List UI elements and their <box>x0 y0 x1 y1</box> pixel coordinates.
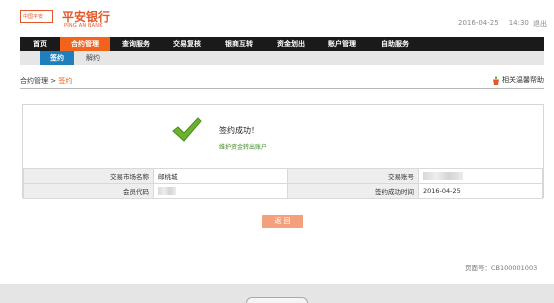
nav-item-bank-transfer[interactable]: 银商互转 <box>212 37 266 51</box>
nav-item-query-service[interactable]: 查询服务 <box>110 37 162 51</box>
logo-badge-label: 中国平安 <box>23 14 44 20</box>
table-row: 交易市场名称 邮桃城 交易账号 <box>23 168 543 184</box>
breadcrumb-separator: > <box>50 77 57 85</box>
success-title: 签约成功！ <box>219 126 259 135</box>
breadcrumb-current: 签约 <box>58 77 73 85</box>
current-time: 14:30 <box>508 19 529 27</box>
bottom-scroll-tab[interactable] <box>246 297 308 303</box>
result-panel: 签约成功！ 维护资金转出账户 交易市场名称 邮桃城 交易账号 会员代码 签约成功… <box>22 104 544 199</box>
help-link[interactable]: 相关温馨帮助 <box>492 75 544 85</box>
masked-value <box>423 172 463 180</box>
breadcrumb: 合约管理 > 签约 <box>20 76 72 86</box>
sign-time-label: 签约成功时间 <box>287 183 419 199</box>
page-id: 页面号：CB100001003 <box>465 264 538 272</box>
back-button[interactable]: 返 回 <box>262 215 303 228</box>
nav-item-contract-management[interactable]: 合约管理 <box>60 37 110 51</box>
help-pot-icon <box>493 75 499 85</box>
breadcrumb-bar: 合约管理 > 签约 相关温馨帮助 <box>20 73 544 89</box>
logo-badge: 中国平安 <box>20 10 53 23</box>
market-name-value: 邮桃城 <box>153 168 288 184</box>
member-code-label: 会员代码 <box>23 183 154 199</box>
nav-item-funds-out[interactable]: 资金划出 <box>266 37 316 51</box>
trade-account-label: 交易账号 <box>287 168 419 184</box>
subnav-item-terminate[interactable]: 解约 <box>76 51 110 65</box>
nav-item-home[interactable]: 首页 <box>20 37 60 51</box>
sub-nav: 签约 解约 <box>20 51 544 65</box>
masked-value <box>158 187 176 195</box>
help-label: 相关温馨帮助 <box>502 76 544 84</box>
current-datetime: 2016-04-25 14:30 <box>458 19 539 27</box>
nav-item-transaction-review[interactable]: 交易复核 <box>162 37 212 51</box>
current-date: 2016-04-25 <box>458 19 499 27</box>
nav-item-account-management[interactable]: 账户管理 <box>316 37 368 51</box>
member-code-value <box>153 183 288 199</box>
maintain-transfer-account-link[interactable]: 维护资金转出账户 <box>219 142 267 151</box>
market-name-label: 交易市场名称 <box>23 168 154 184</box>
table-row: 会员代码 签约成功时间 2016-04-25 <box>23 183 543 199</box>
exit-link[interactable]: 退出 <box>533 19 547 29</box>
trade-account-value <box>418 168 543 184</box>
sign-info-table: 交易市场名称 邮桃城 交易账号 会员代码 签约成功时间 2016-04-25 <box>23 168 543 199</box>
sign-time-value: 2016-04-25 <box>418 183 543 199</box>
main-nav: 首页 合约管理 查询服务 交易复核 银商互转 资金划出 账户管理 自助服务 <box>20 37 544 51</box>
breadcrumb-parent[interactable]: 合约管理 <box>20 77 48 85</box>
nav-item-self-service[interactable]: 自助服务 <box>368 37 422 51</box>
bank-name-en: PING AN BANK <box>64 23 103 29</box>
success-check-icon <box>172 117 202 142</box>
page-header: 中国平安 平安银行 PING AN BANK 2016-04-25 14:30 退… <box>0 0 554 36</box>
subnav-item-sign[interactable]: 签约 <box>40 51 74 65</box>
